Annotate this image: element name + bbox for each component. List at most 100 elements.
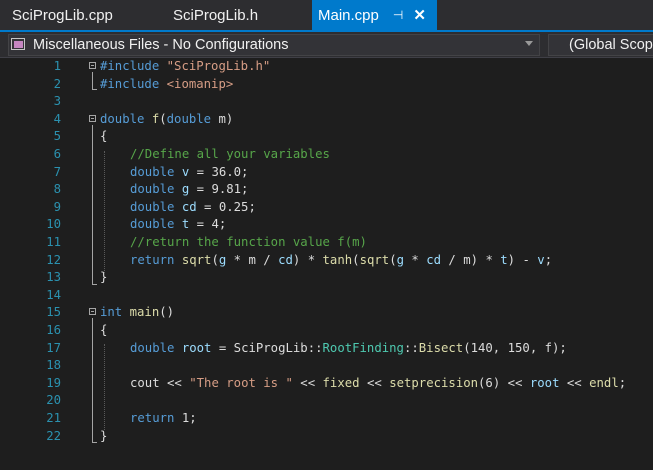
token: (6) << — [478, 375, 530, 390]
line-number: 15 — [46, 305, 61, 320]
token: double — [100, 111, 145, 126]
tab-label: Main.cpp — [318, 6, 379, 24]
code-line-15: 15 int main() — [0, 304, 653, 322]
code-line-22: 22 } — [0, 428, 653, 446]
code-line-3: 3 — [0, 93, 653, 111]
member-scope-label: (Global Scope) — [569, 37, 653, 53]
collapse-icon[interactable] — [89, 308, 96, 316]
token: 1; — [174, 411, 197, 425]
token: endl — [589, 375, 619, 390]
token: <iomanip> — [166, 76, 234, 91]
code-line-19: 19 cout << "The root is " << fixed << se… — [0, 375, 653, 393]
token: main — [129, 305, 160, 320]
line-number: 8 — [53, 182, 61, 197]
token: ( — [389, 252, 397, 267]
token: t — [500, 252, 508, 267]
token: fixed — [322, 375, 360, 390]
token: v — [537, 252, 545, 267]
line-number: 7 — [53, 164, 61, 179]
line-number: 13 — [46, 270, 61, 285]
code-line-17: 17 double root = SciProgLib::RootFinding… — [0, 340, 653, 358]
token: = 9.81; — [189, 182, 249, 197]
token: //return the function value f(m) — [130, 235, 367, 249]
member-scope-dropdown[interactable]: (Global Scope) — [548, 34, 653, 56]
code-line-2: 2 #include <iomanip> — [0, 76, 653, 94]
project-scope-label: Miscellaneous Files - No Configurations — [33, 37, 289, 53]
token: double — [166, 111, 212, 126]
collapse-icon[interactable] — [89, 114, 96, 122]
code-line-7: 7 double v = 36.0; — [0, 164, 653, 182]
code-line-5: 5 { — [0, 128, 653, 146]
line-number: 12 — [46, 252, 61, 267]
chevron-down-icon[interactable] — [525, 41, 533, 46]
token: / m) * — [441, 252, 501, 267]
code-line-12: 12 return sqrt(g * m / cd) * tanh(sqrt(g… — [0, 252, 653, 270]
navigation-bar: Miscellaneous Files - No Configurations … — [0, 32, 653, 58]
token: ( — [211, 252, 219, 267]
line-number: 2 — [53, 76, 61, 91]
token: int — [100, 305, 123, 320]
token: Bisect — [418, 340, 464, 355]
code-line-14: 14 — [0, 287, 653, 305]
code-line-11: 11 //return the function value f(m) — [0, 234, 653, 252]
token: return — [130, 252, 175, 267]
token: () — [159, 305, 175, 320]
tab-label: SciProgLib.h — [173, 6, 259, 24]
code-line-13: 13 } — [0, 269, 653, 287]
code-line-10: 10 double t = 4; — [0, 216, 653, 234]
document-tab-strip: SciProgLib.cpp SciProgLib.h Main.cpp ⊣ ✕ — [0, 0, 653, 30]
close-icon[interactable]: ✕ — [413, 6, 426, 24]
token: double — [130, 199, 175, 214]
line-number: 17 — [46, 340, 61, 355]
token: = 36.0; — [189, 164, 249, 179]
token: = SciProgLib:: — [211, 340, 323, 355]
line-number: 11 — [46, 235, 61, 249]
tab-sciproglib-h[interactable]: SciProgLib.h — [163, 0, 312, 30]
token: ; — [544, 252, 553, 267]
line-number: 9 — [53, 199, 61, 214]
token: root — [529, 375, 560, 390]
token: << — [359, 375, 390, 390]
token: m) — [211, 111, 234, 126]
line-number: 16 — [46, 323, 61, 337]
pin-icon[interactable]: ⊣ — [393, 8, 403, 22]
line-number: 5 — [53, 129, 61, 144]
collapse-icon[interactable] — [89, 62, 96, 69]
tab-main-cpp[interactable]: Main.cpp ⊣ ✕ — [312, 0, 437, 30]
token: #include — [100, 59, 167, 73]
token: { — [100, 323, 108, 337]
token: } — [100, 428, 108, 443]
code-line-20: 20 — [0, 392, 653, 410]
token: double — [130, 340, 175, 355]
token: (140, 150, f); — [463, 340, 567, 355]
code-line-8: 8 double g = 9.81; — [0, 181, 653, 199]
code-line-21: 21 return 1; — [0, 410, 653, 428]
project-scope-dropdown[interactable]: Miscellaneous Files - No Configurations — [8, 34, 540, 56]
token: } — [100, 270, 108, 285]
token: double — [130, 164, 175, 179]
token: ; — [618, 375, 627, 390]
line-number: 21 — [46, 411, 61, 425]
line-number: 18 — [46, 358, 61, 373]
token: ) * — [292, 252, 323, 267]
token: #include — [100, 76, 167, 91]
token: //Define all your variables — [130, 147, 330, 161]
tab-label: SciProgLib.cpp — [12, 6, 113, 24]
token: << — [559, 375, 590, 390]
token: * — [404, 252, 427, 267]
code-editor[interactable]: 1 #include "SciProgLib.h" 2 #include <io… — [0, 58, 653, 470]
line-number: 20 — [46, 393, 61, 408]
line-number: 3 — [53, 94, 61, 109]
token: "The root is " — [189, 375, 293, 390]
token: { — [100, 129, 108, 144]
tab-sciproglib-cpp[interactable]: SciProgLib.cpp — [0, 0, 163, 30]
line-number: 6 — [53, 147, 61, 161]
token: sqrt — [359, 252, 390, 267]
